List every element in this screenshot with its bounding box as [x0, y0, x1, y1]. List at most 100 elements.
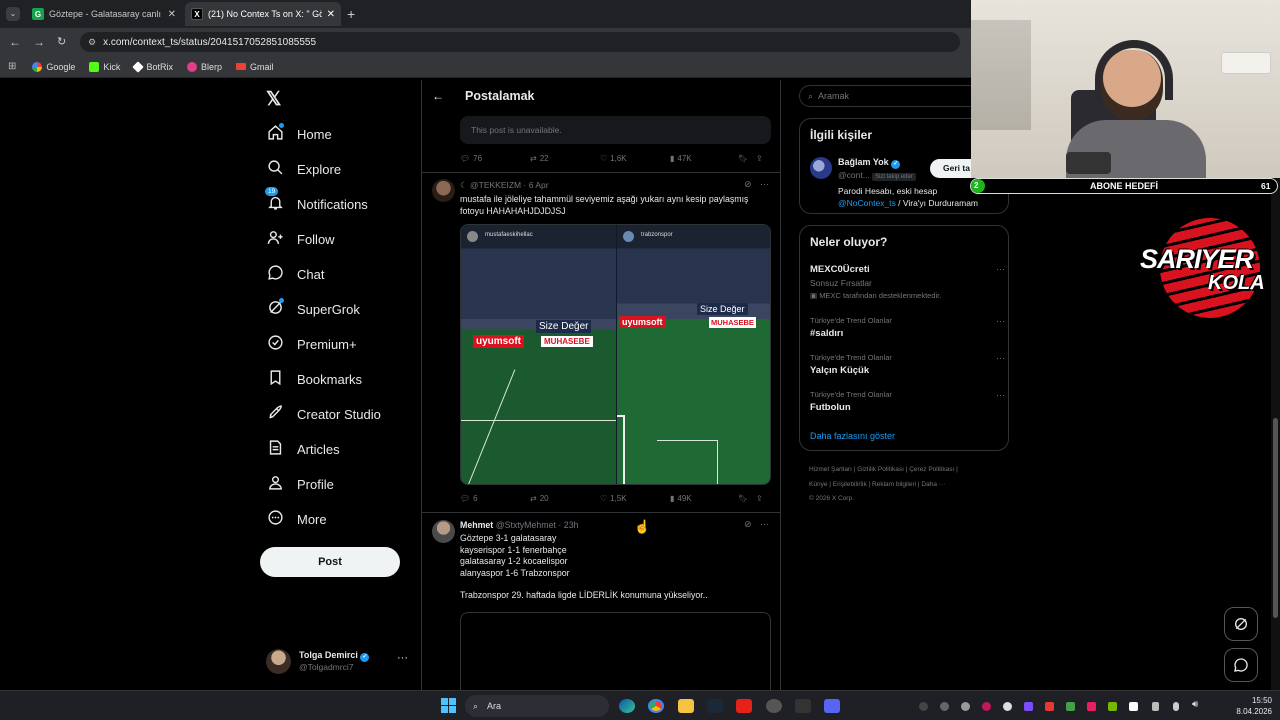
- grok-fab-button[interactable]: [1224, 607, 1258, 641]
- apps-icon[interactable]: ⊞: [8, 61, 16, 72]
- post-handle[interactable]: @TEKKEIZM: [470, 180, 521, 190]
- tray-icon[interactable]: [1045, 702, 1054, 711]
- more-dots-icon[interactable]: ···: [996, 353, 1005, 363]
- tray-icon[interactable]: [940, 702, 949, 711]
- post-handle[interactable]: @StxtyMehmet: [496, 520, 556, 530]
- bookmark-gmail[interactable]: Gmail: [235, 62, 273, 72]
- sidebar-item-follow[interactable]: Follow: [267, 229, 335, 249]
- tray-icon[interactable]: [961, 702, 970, 711]
- sidebar-item-supergrok[interactable]: SuperGrok: [267, 298, 360, 319]
- post-button[interactable]: Post: [260, 547, 400, 577]
- bookmark-icon[interactable]: 🔖︎: [738, 494, 756, 503]
- microphone-icon[interactable]: [1173, 702, 1179, 711]
- more-dots-icon[interactable]: ···: [996, 264, 1005, 274]
- discord-icon[interactable]: [824, 699, 840, 713]
- views-button[interactable]: ▮ 47K: [670, 154, 738, 163]
- footer-link[interactable]: Erişilebilirlik: [833, 481, 867, 488]
- footer-link[interactable]: Daha ···: [921, 481, 945, 488]
- bookmark-botrix[interactable]: BotRix: [132, 60, 173, 73]
- more-dots-icon[interactable]: ···: [760, 519, 769, 529]
- tray-icon[interactable]: [1108, 702, 1117, 711]
- post-date[interactable]: 6 Apr: [529, 180, 549, 190]
- tray-icon[interactable]: [1087, 702, 1096, 711]
- start-windows-icon[interactable]: [441, 698, 456, 713]
- share-icon[interactable]: ⇪: [756, 154, 763, 163]
- site-info-icon[interactable]: ⚙: [88, 37, 96, 48]
- sidebar-item-premium[interactable]: Premium+: [267, 334, 357, 354]
- app-icon[interactable]: [795, 699, 811, 713]
- address-text[interactable]: x.com/context_ts/status/2041517052851085…: [103, 37, 316, 48]
- post-media-placeholder[interactable]: [460, 612, 771, 692]
- new-tab-button[interactable]: +: [347, 6, 355, 22]
- footer-link[interactable]: Reklam bilgileri: [872, 481, 916, 488]
- trend-item[interactable]: Türkiye'de Trend Olanlar Yalçın Küçük ··…: [810, 353, 1005, 376]
- follow-back-button[interactable]: Geri ta: [930, 159, 972, 178]
- close-icon[interactable]: ✕: [168, 9, 176, 20]
- footer-link[interactable]: Hizmet Şartları: [809, 466, 852, 473]
- sidebar-item-home[interactable]: Home: [267, 123, 332, 144]
- avatar[interactable]: [810, 157, 832, 179]
- bookmark-blerp[interactable]: Blerp: [186, 61, 222, 72]
- bio-link[interactable]: @NoContex_ts: [838, 198, 896, 208]
- address-bar[interactable]: ⚙ x.com/context_ts/status/20415170528510…: [80, 32, 960, 52]
- like-button[interactable]: ♡ 1,5K: [600, 494, 670, 503]
- sidebar-item-notifications[interactable]: 19 Notifications: [265, 187, 368, 214]
- reply-button[interactable]: 💬︎ 76: [460, 154, 530, 163]
- promoted-trend[interactable]: MEXC0Ücreti Sonsuz Fırsatlar ▣ MEXC tara…: [810, 264, 1005, 300]
- sidebar-item-articles[interactable]: Articles: [267, 439, 340, 459]
- edge-icon[interactable]: [619, 699, 635, 713]
- post-author[interactable]: Mehmet: [460, 520, 493, 530]
- trend-item[interactable]: Türkiye'de Trend Olanlar #saldırı ···: [810, 316, 1005, 339]
- messages-fab-button[interactable]: [1224, 648, 1258, 682]
- repost-button[interactable]: ⇄ 20: [530, 494, 600, 503]
- youtube-icon[interactable]: [736, 699, 752, 713]
- reply-button[interactable]: 💬︎ 6: [460, 494, 530, 503]
- bookmark-google[interactable]: Google: [32, 61, 75, 72]
- views-button[interactable]: ▮ 49K: [670, 494, 738, 503]
- more-dots-icon[interactable]: ···: [996, 390, 1005, 400]
- sidebar-item-creator-studio[interactable]: Creator Studio: [267, 404, 381, 424]
- steam-icon[interactable]: [707, 699, 723, 713]
- bookmark-kick[interactable]: Kick: [89, 61, 120, 72]
- account-switcher[interactable]: Tolga Demirci ✓ @Tolgadmrci7 ···: [266, 647, 411, 675]
- more-dots-icon[interactable]: ···: [996, 316, 1005, 326]
- sidebar-item-chat[interactable]: Chat: [267, 264, 324, 284]
- tray-icon[interactable]: [1024, 702, 1033, 711]
- sidebar-item-explore[interactable]: Explore: [267, 159, 341, 179]
- sidebar-item-more[interactable]: More: [267, 509, 327, 529]
- close-icon[interactable]: ✕: [327, 9, 335, 20]
- footer-link[interactable]: Künye: [809, 481, 827, 488]
- tab-goztepe[interactable]: G Göztepe - Galatasaray canlı sko ✕: [26, 2, 182, 26]
- usb-icon[interactable]: [1152, 702, 1159, 711]
- tray-icon[interactable]: [1003, 702, 1012, 711]
- sidebar-item-bookmarks[interactable]: Bookmarks: [267, 369, 362, 389]
- reload-icon[interactable]: ↻: [57, 35, 66, 48]
- tab-x-post[interactable]: X (21) No Contex Ts on X: " Gö ✕: [185, 2, 341, 26]
- file-explorer-icon[interactable]: [678, 699, 694, 713]
- share-icon[interactable]: ⇪: [756, 494, 763, 503]
- taskbar-search[interactable]: ⌕ Ara: [465, 695, 609, 717]
- sidebar-item-profile[interactable]: Profile: [267, 474, 334, 494]
- app-icon[interactable]: [766, 699, 782, 713]
- x-logo-icon[interactable]: 𝕏: [266, 88, 281, 111]
- tray-icon[interactable]: [919, 702, 928, 711]
- related-name[interactable]: Bağlam Yok ✓: [838, 157, 901, 169]
- tab-search-button[interactable]: ⌄: [6, 7, 20, 21]
- tray-icon[interactable]: [1066, 702, 1075, 711]
- grok-icon[interactable]: ⊘: [744, 179, 752, 190]
- footer-link[interactable]: Gizlilik Politikası: [857, 466, 904, 473]
- repost-button[interactable]: ⇄ 22: [530, 154, 600, 163]
- tray-icon[interactable]: [982, 702, 991, 711]
- more-dots-icon[interactable]: ···: [397, 652, 408, 664]
- bookmark-icon[interactable]: 🔖︎: [738, 154, 756, 163]
- post-time[interactable]: 23h: [564, 520, 579, 530]
- forward-icon[interactable]: →: [33, 35, 45, 49]
- chrome-icon[interactable]: [648, 699, 664, 713]
- footer-link[interactable]: Çerez Politikası: [909, 466, 954, 473]
- trend-item[interactable]: Türkiye'de Trend Olanlar Futbolun ···: [810, 390, 1005, 413]
- volume-icon[interactable]: 🔊︎: [1192, 699, 1198, 710]
- back-arrow-icon[interactable]: ←: [432, 89, 444, 103]
- scrollbar-thumb[interactable]: [1273, 418, 1278, 618]
- show-more-link[interactable]: Daha fazlasını göster: [810, 431, 895, 441]
- more-dots-icon[interactable]: ···: [760, 179, 769, 189]
